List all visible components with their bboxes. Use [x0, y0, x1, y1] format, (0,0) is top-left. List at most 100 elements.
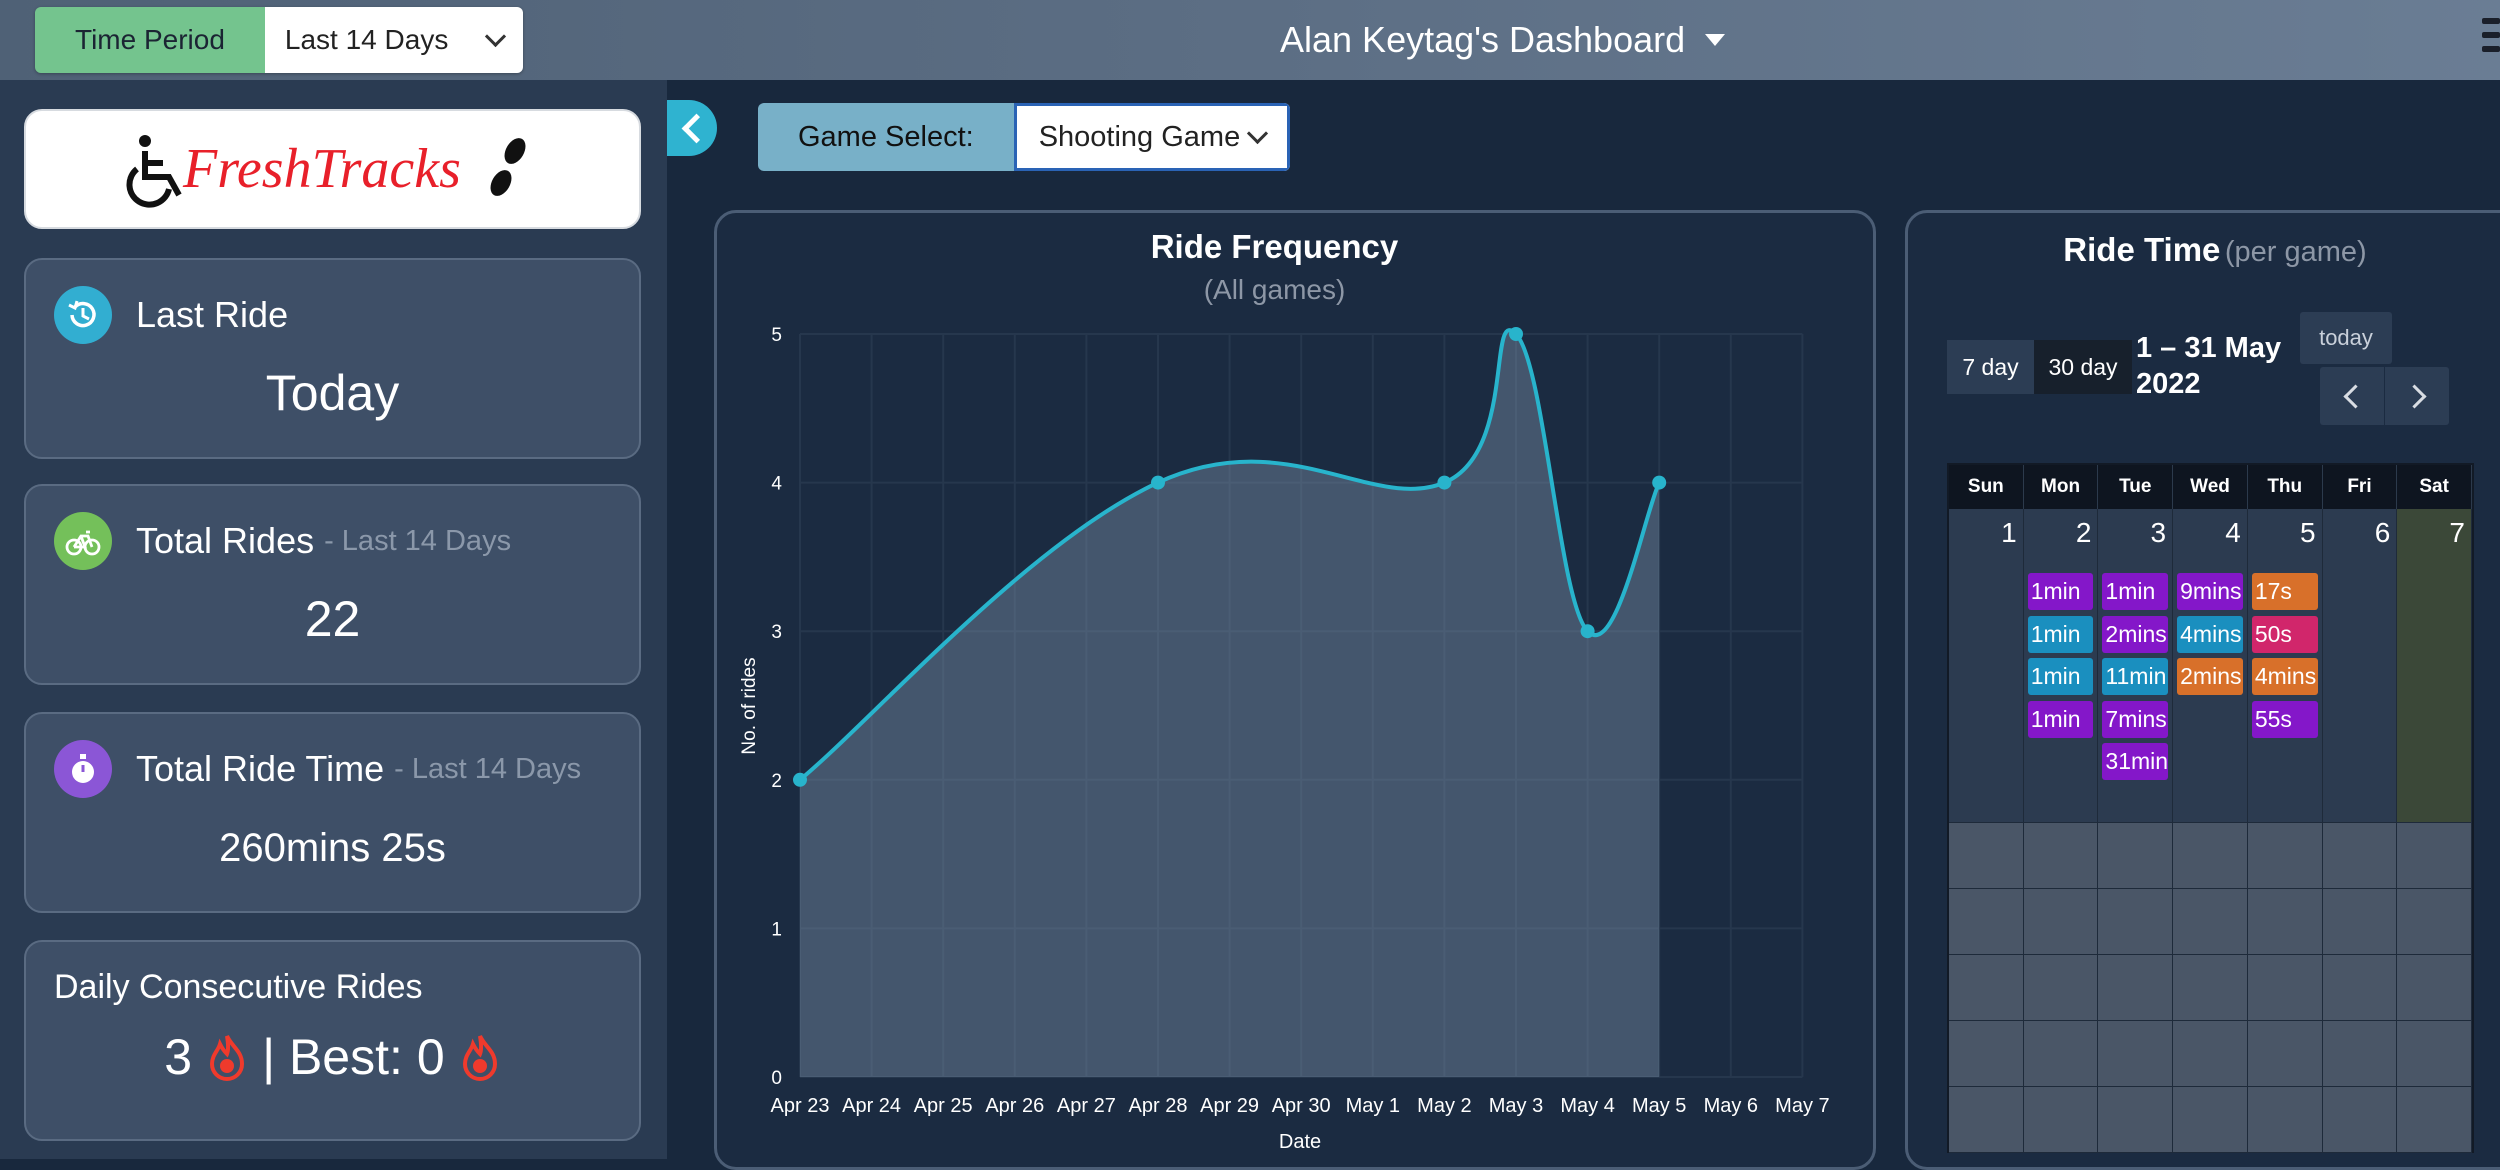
calendar-day-cell[interactable]: [2322, 823, 2398, 889]
ride-time-calendar: Sun Mon Tue Wed Thu Fri Sat 1 2 1min 1min 1min 1min…: [1947, 463, 2474, 1153]
x-tick-label: May 2: [1417, 1095, 1471, 1117]
ride-frequency-chart: 0 1 2 3 4 5 Apr 23 Apr 24 Apr 25 Apr 26 Apr 27 Apr …: [739, 325, 1830, 1153]
calendar-day-cell[interactable]: [2023, 955, 2099, 1021]
day-number: 4: [2225, 517, 2241, 548]
ride-event[interactable]: 4mins: [2251, 658, 2318, 695]
calendar-day-cell[interactable]: [2247, 1087, 2323, 1153]
x-axis-label: Date: [1279, 1131, 1321, 1153]
calendar-day-cell[interactable]: [2098, 955, 2174, 1021]
calendar-day-cell[interactable]: [2098, 1021, 2174, 1087]
y-axis-label: No. of rides: [739, 657, 760, 754]
ride-time-title: Ride Time (per game): [1905, 231, 2500, 269]
calendar-day-cell[interactable]: 3 1min 2mins 11min 7mins 31min: [2098, 509, 2174, 823]
calendar-weekday-header: Sun Mon Tue Wed Thu Fri Sat: [1949, 465, 2473, 509]
today-button[interactable]: today: [2300, 312, 2392, 364]
calendar-day-cell[interactable]: [2397, 1087, 2472, 1153]
calendar-day-cell[interactable]: [2173, 1021, 2248, 1087]
y-tick-label: 4: [771, 474, 782, 495]
calendar-day-cell[interactable]: [2397, 823, 2472, 889]
calendar-day-cell[interactable]: [2173, 955, 2248, 1021]
ride-event[interactable]: 1min: [2027, 615, 2094, 653]
y-tick-label: 2: [771, 771, 782, 792]
calendar-day-cell[interactable]: 2 1min 1min 1min 1min: [2023, 509, 2099, 823]
y-tick-label: 1: [771, 919, 782, 940]
ride-event[interactable]: 7mins: [2102, 700, 2169, 738]
range-line-1: 1 – 31 May: [2136, 332, 2282, 364]
calendar-day-cell[interactable]: [2322, 889, 2398, 955]
x-tick-label: May 6: [1704, 1095, 1758, 1117]
calendar-range-title: 1 – 31 May 2022: [2136, 330, 2281, 402]
calendar-day-cell[interactable]: [2098, 1087, 2174, 1153]
ride-event[interactable]: 11min: [2102, 658, 2169, 695]
x-tick-label: May 5: [1632, 1095, 1686, 1117]
weekday-fri: Fri: [2323, 465, 2398, 509]
ride-event[interactable]: 17s: [2251, 573, 2318, 610]
x-tick-label: May 1: [1346, 1095, 1400, 1117]
calendar-day-cell[interactable]: [2023, 823, 2099, 889]
data-point: [1509, 327, 1523, 341]
calendar-day-cell[interactable]: [2397, 1021, 2472, 1087]
weekday-wed: Wed: [2173, 465, 2248, 509]
ride-event[interactable]: 55s: [2251, 700, 2318, 738]
view-30day-button[interactable]: 30 day: [2034, 340, 2132, 394]
calendar-day-cell[interactable]: [2023, 1087, 2099, 1153]
calendar-day-cell[interactable]: [1949, 823, 2024, 889]
ride-event[interactable]: 2mins: [2177, 658, 2243, 695]
calendar-day-cell[interactable]: [1949, 955, 2024, 1021]
data-point: [1151, 475, 1165, 490]
calendar-day-cell[interactable]: 1: [1949, 509, 2024, 823]
data-point: [793, 772, 807, 787]
ride-event[interactable]: 1min: [2027, 658, 2094, 695]
prev-button[interactable]: [2320, 367, 2384, 425]
calendar-day-cell[interactable]: [2173, 889, 2248, 955]
x-tick-label: May 3: [1489, 1095, 1543, 1117]
x-tick-label: May 4: [1560, 1095, 1614, 1117]
calendar-day-cell[interactable]: [2173, 823, 2248, 889]
menu-icon[interactable]: [2482, 18, 2500, 62]
calendar-day-cell[interactable]: [2247, 889, 2323, 955]
weekday-mon: Mon: [2024, 465, 2099, 509]
x-tick-label: Apr 26: [985, 1095, 1044, 1117]
next-button[interactable]: [2385, 367, 2449, 425]
calendar-day-cell[interactable]: [2023, 1021, 2099, 1087]
y-tick-label: 5: [771, 325, 782, 346]
calendar-day-cell[interactable]: [2247, 1021, 2323, 1087]
calendar-day-cell[interactable]: [2397, 955, 2472, 1021]
day-number: 6: [2374, 517, 2391, 548]
calendar-day-cell[interactable]: [2322, 1021, 2398, 1087]
calendar-day-cell[interactable]: 6: [2322, 509, 2398, 823]
day-number: 3: [2150, 517, 2167, 548]
ride-event[interactable]: 4mins: [2177, 615, 2243, 653]
ride-event[interactable]: 31min: [2102, 743, 2169, 780]
ride-event[interactable]: 1min: [2102, 573, 2169, 610]
calendar-day-cell[interactable]: 5 17s 50s 4mins 55s: [2247, 509, 2323, 823]
weekday-tue: Tue: [2098, 465, 2174, 509]
calendar-day-cell[interactable]: [2098, 823, 2174, 889]
calendar-day-cell[interactable]: [2247, 823, 2323, 889]
x-tick-label: Apr 24: [842, 1095, 901, 1117]
x-tick-label: Apr 25: [914, 1095, 973, 1117]
calendar-day-cell[interactable]: [2247, 955, 2323, 1021]
ride-event[interactable]: 1min: [2027, 700, 2094, 738]
ride-event[interactable]: 1min: [2027, 573, 2094, 610]
view-7day-button[interactable]: 7 day: [1947, 340, 2034, 394]
calendar-day-cell[interactable]: [2023, 889, 2099, 955]
weekday-sun: Sun: [1949, 465, 2024, 509]
ride-event[interactable]: 50s: [2251, 615, 2318, 653]
calendar-day-cell[interactable]: [2173, 1087, 2248, 1153]
calendar-day-cell[interactable]: [2322, 955, 2398, 1021]
calendar-day-cell[interactable]: [2322, 1087, 2398, 1153]
ride-event[interactable]: 2mins: [2102, 615, 2169, 653]
range-line-2: 2022: [2136, 368, 2201, 400]
calendar-day-cell[interactable]: [2397, 889, 2472, 955]
calendar-day-cell[interactable]: [1949, 1021, 2024, 1087]
data-point: [1652, 475, 1667, 490]
calendar-day-cell[interactable]: [1949, 889, 2024, 955]
calendar-day-cell[interactable]: 4 9mins 4mins 2mins: [2173, 509, 2248, 823]
calendar-day-cell[interactable]: [2098, 889, 2174, 955]
x-tick-label: Apr 23: [771, 1095, 830, 1117]
ride-event[interactable]: 9mins: [2177, 573, 2243, 610]
y-tick-label: 0: [771, 1068, 782, 1089]
calendar-day-cell[interactable]: [1949, 1087, 2024, 1153]
calendar-day-cell[interactable]: 7: [2397, 509, 2472, 823]
